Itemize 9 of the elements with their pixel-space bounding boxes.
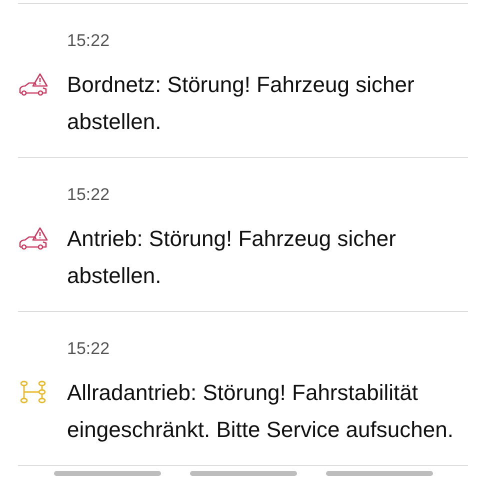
car-warning-icon [18,226,48,250]
message-time: 15:22 [67,30,111,52]
car-warning-icon [18,72,48,96]
drivetrain-icon [18,380,48,404]
message-time: 15:22 [67,184,111,206]
message-time: 15:22 [67,338,111,360]
message-text: Bordnetz: Störung! Fahrzeug sicher abstellen. [67,71,416,136]
message-text: Antrieb: Störung! Fahrzeug sicher abstellen. [67,225,397,290]
message-text: Allradantrieb: Störung! Fahrstabilität eingeschränkt. Bitte Service aufsuchen. [67,379,454,444]
